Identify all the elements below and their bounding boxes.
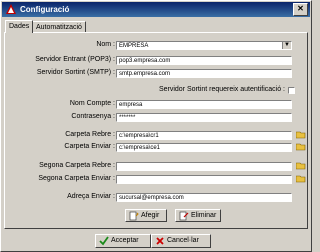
config-dialog: Configuració ✕ Dades Automatització Nom … — [0, 0, 312, 252]
afegir-button[interactable]: Afegir — [125, 209, 167, 222]
cancel-x-icon — [156, 237, 164, 245]
carpeta-enviar-label: Carpeta Enviar : — [64, 143, 115, 150]
segona-enviar-input[interactable] — [116, 175, 292, 184]
servidor-sortint-label: Servidor Sortint (SMTP) : — [36, 69, 115, 76]
adreca-label: Adreça Enviar : — [67, 193, 115, 200]
nom-select[interactable]: EMPRESA ▼ — [116, 41, 292, 50]
window-title: Configuració — [20, 5, 70, 14]
segona-rebre-input[interactable] — [116, 162, 292, 171]
cancelar-button[interactable]: Cancel·lar — [151, 234, 211, 248]
chevron-down-icon[interactable]: ▼ — [282, 42, 291, 49]
carpeta-rebre-input[interactable]: c:\empresa\cr1 — [116, 131, 292, 140]
delete-icon — [179, 211, 189, 221]
contrasenya-label: Contrasenya : — [71, 113, 115, 120]
title-bar[interactable]: Configuració ✕ — [2, 2, 310, 17]
cancelar-label: Cancel·lar — [167, 237, 199, 244]
add-document-icon — [129, 211, 139, 221]
close-icon: ✕ — [297, 4, 304, 13]
folder-open-icon[interactable] — [296, 131, 306, 139]
servidor-entrant-input[interactable]: pop3.empresa.com — [116, 56, 292, 65]
nom-compte-input[interactable]: empresa — [116, 100, 292, 109]
carpeta-enviar-input[interactable]: c:\empresa\ce1 — [116, 143, 292, 152]
servidor-sortint-input[interactable]: smtp.empresa.com — [116, 69, 292, 78]
eliminar-button[interactable]: Eliminar — [175, 209, 221, 222]
folder-open-icon[interactable] — [296, 162, 306, 170]
autentificacio-checkbox[interactable] — [288, 87, 295, 94]
app-logo-icon — [6, 4, 16, 14]
adreca-input[interactable]: sucursal@empresa.com — [116, 193, 292, 202]
nom-compte-label: Nom Compte : — [69, 100, 115, 107]
nom-label: Nom : — [96, 41, 115, 48]
acceptar-label: Acceptar — [111, 237, 139, 244]
segona-rebre-label: Segona Carpeta Rebre : — [39, 162, 115, 169]
close-button[interactable]: ✕ — [293, 3, 308, 16]
carpeta-rebre-label: Carpeta Rebre : — [65, 131, 115, 138]
folder-open-icon[interactable] — [296, 175, 306, 183]
afegir-label: Afegir — [141, 212, 160, 219]
tab-panel-dades: Nom : EMPRESA ▼ Servidor Entrant (POP3) … — [4, 32, 308, 229]
checkmark-icon — [99, 236, 109, 246]
contrasenya-input[interactable]: ******* — [116, 113, 292, 122]
segona-enviar-label: Segona Carpeta Enviar : — [38, 175, 115, 182]
tab-dades[interactable]: Dades — [5, 20, 34, 33]
acceptar-button[interactable]: Acceptar — [95, 234, 151, 248]
servidor-entrant-label: Servidor Entrant (POP3) : — [35, 56, 115, 63]
eliminar-label: Eliminar — [191, 212, 217, 219]
autentificacio-label: Servidor Sortint requereix autentificaci… — [158, 86, 285, 93]
folder-open-icon[interactable] — [296, 143, 306, 151]
nom-value: EMPRESA — [119, 43, 149, 49]
